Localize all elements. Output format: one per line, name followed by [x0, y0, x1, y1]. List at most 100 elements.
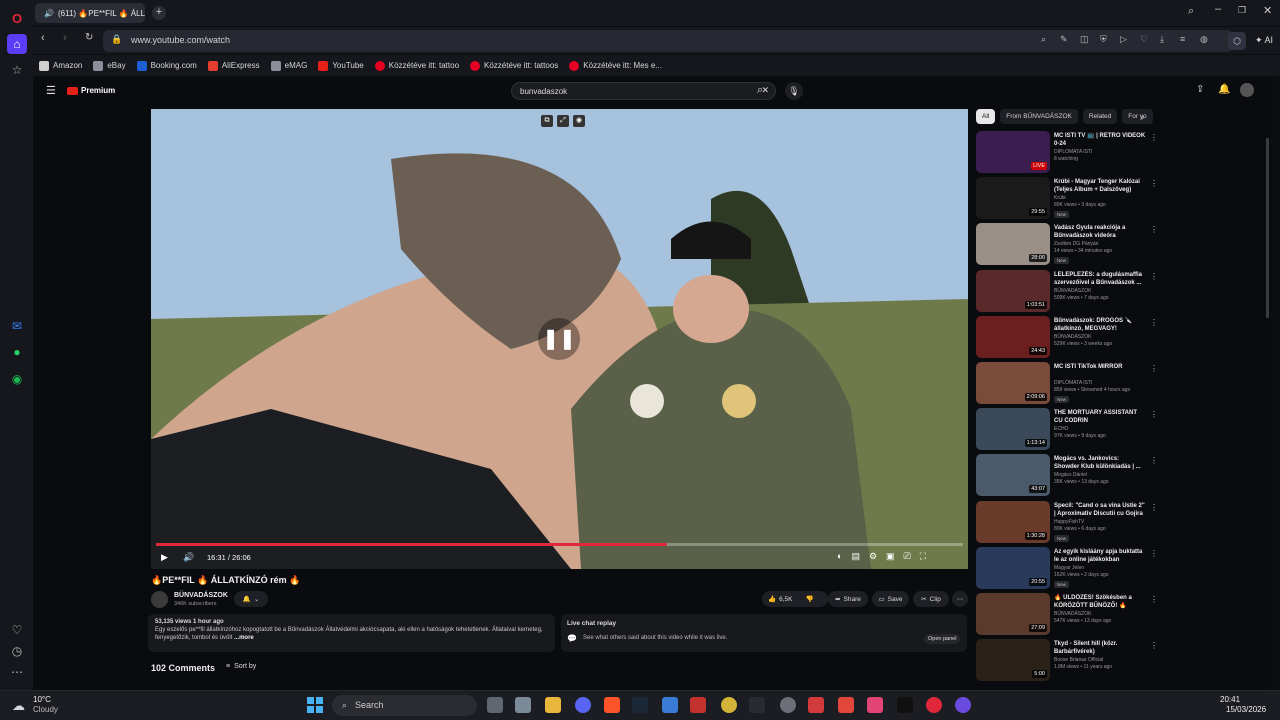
coin-icon[interactable]: [721, 697, 737, 713]
recommendation-item[interactable]: 2:09:06 MC ISTI TikTok MIRROR DIPLOMATA IS…: [976, 362, 1266, 406]
settings-icon[interactable]: ⚙: [869, 551, 877, 562]
recommendation-channel[interactable]: BŰNVADÁSZOK: [1054, 288, 1146, 295]
play-icon[interactable]: ▷: [1120, 34, 1127, 45]
maximize-button[interactable]: ❐: [1238, 5, 1246, 16]
bookmark-booking[interactable]: Booking.com: [136, 60, 197, 71]
bookmark-pinterest-1[interactable]: Közzétéve itt: tattoo: [374, 60, 459, 71]
widgets-icon[interactable]: [515, 697, 531, 713]
more-actions-button[interactable]: ⋯: [952, 591, 968, 607]
hamburger-menu-icon[interactable]: ☰: [46, 84, 56, 97]
search-input[interactable]: bunvadaszok ✕: [511, 82, 776, 100]
recommendation-item[interactable]: 1:30:28 Specil: "Cand o sa vina Ustie 2" …: [976, 500, 1266, 545]
description-more-link[interactable]: ...more: [234, 635, 254, 641]
bookmark-youtube[interactable]: YouTube: [318, 60, 364, 71]
recommendation-channel[interactable]: Krúbi: [1054, 195, 1146, 202]
thumbs-down-icon[interactable]: 👎: [805, 595, 813, 603]
opera-icon[interactable]: [926, 697, 942, 713]
recommendation-title[interactable]: Tkyd - Silent hill (közr. Barbárfivérek): [1054, 640, 1146, 656]
cast-icon[interactable]: ⎚: [904, 551, 911, 562]
recommendation-title[interactable]: Az egyik kisláány apja buktatta le az on…: [1054, 548, 1146, 564]
scrollbar[interactable]: [1266, 138, 1269, 318]
recommendation-item[interactable]: 28:00 Vadász Gyula reakciója a Bűnvadászo…: [976, 223, 1266, 267]
opera-logo-icon[interactable]: O: [7, 8, 27, 28]
recommendation-channel[interactable]: BŰNVADÁSZOK: [1054, 334, 1146, 341]
recommendation-title[interactable]: THE MORTUARY ASSISTANT CU CODRIN: [1054, 409, 1146, 425]
speaker-icon[interactable]: 🔊: [44, 9, 54, 18]
recommendation-item[interactable]: 43:07 Mogács vs. Jankovics: Showder Klub …: [976, 454, 1266, 498]
upload-icon[interactable]: ⇪: [1196, 84, 1204, 95]
video-thumbnail[interactable]: 5:00: [976, 639, 1050, 682]
camera-icon[interactable]: ◉: [573, 115, 585, 127]
close-window-button[interactable]: ✕: [1263, 4, 1272, 17]
bookmark-ebay[interactable]: eBay: [93, 60, 126, 71]
windows-start-icon[interactable]: [307, 697, 323, 713]
shield-icon[interactable]: ⛨: [1100, 34, 1107, 45]
tab-youtube[interactable]: 🔊 (611) 🔥PE**FIL 🔥 ÁLL: [35, 3, 145, 23]
recommendation-item[interactable]: 27:09 🔥 ÜLDÖZÉS! Szökésben a KÖRÖZÖTT BŰN…: [976, 593, 1266, 637]
bookmark-pinterest-3[interactable]: Közzétéve itt: Mes e...: [569, 60, 662, 71]
expand-icon[interactable]: ⤢: [557, 115, 569, 127]
video-thumbnail[interactable]: 43:07: [976, 454, 1050, 497]
heart-outline-icon[interactable]: ♡: [1140, 34, 1148, 45]
progress-bar[interactable]: [156, 543, 963, 546]
sort-by-button[interactable]: ≡ Sort by: [226, 663, 256, 670]
more-icon[interactable]: ⋯: [7, 662, 27, 682]
chip-from-channel[interactable]: From BŰNVADÁSZOK: [1000, 109, 1078, 124]
url-text[interactable]: www.youtube.com/watch: [131, 35, 230, 45]
copy-icon[interactable]: ⧉: [541, 115, 553, 127]
recommendation-channel[interactable]: ECHO: [1054, 426, 1146, 433]
video-thumbnail[interactable]: 27:09: [976, 593, 1050, 635]
forward-button[interactable]: ›: [63, 32, 67, 44]
recommendation-item[interactable]: 5:00 Tkyd - Silent hill (közr. Barbárfivé…: [976, 639, 1266, 683]
reload-button[interactable]: ↻: [85, 32, 93, 43]
recommendation-title[interactable]: 🔥 ÜLDÖZÉS! Szökésben a KÖRÖZÖTT BŰNÖZŐ! …: [1054, 594, 1146, 610]
recommendation-channel[interactable]: DIPLOMATA ISTI: [1054, 380, 1146, 387]
video-thumbnail[interactable]: LIVE: [976, 131, 1050, 173]
camera-icon[interactable]: ◫: [1080, 34, 1089, 45]
recommendation-item[interactable]: 24:43 Bűnvadászok: DROGOS 🔪 állatkínzó, M…: [976, 315, 1266, 360]
address-bar[interactable]: 🔒 www.youtube.com/watch ⌕ ✎ ◫ ⛨ ▷ ♡ ⤓ ≡ …: [103, 30, 1233, 52]
recommendation-title[interactable]: MC ISTI TikTok MIRROR: [1054, 363, 1146, 371]
w-icon[interactable]: [838, 697, 854, 713]
recommendation-title[interactable]: Mogács vs. Jankovics: Showder Klub külön…: [1054, 455, 1146, 471]
recommendation-item[interactable]: 29:55 Krúbi - Magyar Tenger Kalózai (Telj…: [976, 177, 1266, 221]
recommendation-title[interactable]: MC ISTI TV 📺 | RETRO VIDEÓK 0-24: [1054, 132, 1146, 148]
more-options-icon[interactable]: ⋮: [1150, 133, 1158, 142]
bookmark-amazon[interactable]: Amazon: [39, 60, 82, 71]
new-tab-button[interactable]: +: [152, 6, 166, 20]
chip-next-arrow-icon[interactable]: ›: [1141, 112, 1144, 122]
recommendation-title[interactable]: Vadász Gyula reakciója a Bűnvadászok vid…: [1054, 224, 1146, 240]
description-box[interactable]: 53,135 views 1 hour ago Egy eszelős pe**…: [148, 614, 555, 652]
minimize-button[interactable]: –: [1215, 3, 1221, 15]
volume-icon[interactable]: 🔊: [183, 552, 194, 563]
search-icon[interactable]: ⌕: [757, 84, 763, 97]
recommendation-channel[interactable]: BŰNVADÁSZOK: [1054, 611, 1146, 618]
autoplay-toggle[interactable]: ◐: [837, 551, 842, 562]
like-button[interactable]: 👍 6,5K 👎: [762, 591, 828, 607]
ai-button[interactable]: ✦ AI: [1255, 35, 1273, 46]
more-options-icon[interactable]: ⋮: [1150, 272, 1158, 281]
recommendation-title[interactable]: Specil: "Cand o sa vina Ustie 2" | Aprox…: [1054, 502, 1146, 518]
share-button[interactable]: ➦ Share: [828, 591, 868, 607]
video-thumbnail[interactable]: 2:09:06: [976, 362, 1050, 404]
brave-icon[interactable]: [604, 697, 620, 713]
star-icon[interactable]: ☆: [7, 60, 27, 80]
clip-button[interactable]: ✂ Clip: [913, 591, 949, 607]
app-red-icon[interactable]: [808, 697, 824, 713]
tiktok-icon[interactable]: [897, 697, 913, 713]
save-button[interactable]: ▭ Save: [872, 591, 909, 607]
tiktok-pink-icon[interactable]: [867, 697, 883, 713]
recommendation-title[interactable]: Krúbi - Magyar Tenger Kalózai (Teljes Al…: [1054, 178, 1146, 194]
video-thumbnail[interactable]: 1:13:14: [976, 408, 1050, 451]
video-thumbnail[interactable]: 1:30:28: [976, 500, 1050, 543]
more-options-icon[interactable]: ⋮: [1150, 225, 1158, 234]
recommendation-item[interactable]: 20:55 Az egyik kisláány apja buktatta le …: [976, 546, 1266, 591]
history-icon[interactable]: ◷: [7, 641, 27, 661]
voice-search-icon[interactable]: 🎙: [785, 82, 803, 100]
more-options-icon[interactable]: ⋮: [1150, 179, 1158, 188]
recommendation-item[interactable]: 1:03:51 LELEPLEZÉS: a dugulásmaffia szerv…: [976, 269, 1266, 314]
tf-icon[interactable]: [690, 697, 706, 713]
video-thumbnail[interactable]: 20:55: [976, 546, 1050, 589]
more-options-icon[interactable]: ⋮: [1150, 318, 1158, 327]
home-icon[interactable]: ⌂: [7, 34, 27, 54]
